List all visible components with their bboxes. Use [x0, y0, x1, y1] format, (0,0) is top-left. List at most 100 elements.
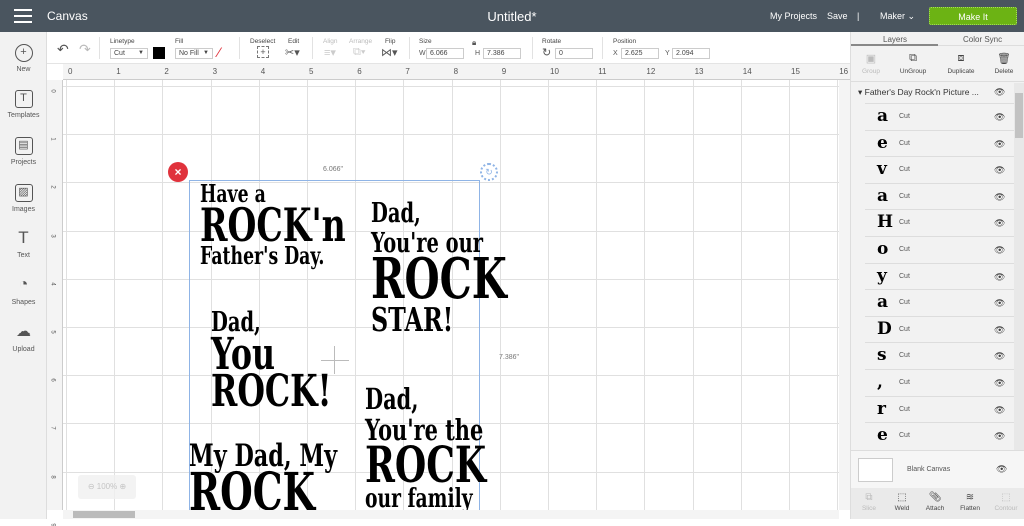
flatten-button[interactable]: ≋ Flatten [952, 492, 988, 512]
save-link[interactable]: Save [827, 11, 848, 21]
menu-icon[interactable] [14, 9, 32, 23]
canvas-swatch[interactable] [858, 458, 893, 482]
tab-color-sync[interactable]: Color Sync [963, 35, 1002, 44]
text-icon: T [18, 228, 29, 247]
layer-item[interactable]: a Cut 👁︎ [865, 182, 1014, 209]
layer-item[interactable]: , Cut 👁︎ [865, 369, 1014, 395]
canvas-horizontal-scrollbar[interactable] [63, 510, 839, 519]
blank-canvas-row[interactable]: Blank Canvas 👁︎ [851, 450, 1024, 488]
weld-button[interactable]: ⬚ Weld [884, 492, 920, 512]
layer-item[interactable]: v Cut 👁︎ [865, 156, 1014, 182]
layers-scrollbar[interactable] [1014, 83, 1024, 479]
slice-button[interactable]: ⧉ Slice [851, 492, 887, 512]
eye-icon[interactable]: 👁︎ [994, 112, 1005, 123]
eye-icon[interactable]: 👁︎ [994, 192, 1005, 203]
zoom-out-icon[interactable]: ⊖ [88, 482, 95, 491]
ruler-tick-label: 11 [598, 67, 607, 76]
edit-icon[interactable]: ✂▾ [285, 46, 300, 59]
sidebar-item-templates[interactable]: T Templates [0, 90, 47, 119]
eye-icon[interactable]: 👁︎ [994, 83, 1005, 101]
layer-type: Cut [899, 219, 910, 227]
sidebar-item-shapes[interactable]: ◔ Shapes [0, 277, 47, 307]
flip-icon[interactable]: ⋈▾ [381, 46, 398, 59]
layer-type: Cut [899, 139, 910, 147]
eye-hidden-icon[interactable]: 👁︎ [996, 464, 1007, 475]
layer-item[interactable]: D Cut 👁︎ [865, 315, 1014, 342]
sidebar-item-new[interactable]: + New [0, 44, 47, 73]
make-it-button[interactable]: Make It [929, 7, 1017, 25]
eye-icon[interactable]: 👁︎ [994, 298, 1005, 309]
attach-button[interactable]: 📎︎ Attach [917, 492, 953, 512]
scroll-thumb[interactable] [73, 511, 135, 518]
x-label: X [613, 50, 618, 57]
line-color-swatch[interactable] [153, 47, 165, 59]
layer-item[interactable]: y Cut 👁︎ [865, 262, 1014, 289]
layer-item[interactable]: e Cut 👁︎ [865, 129, 1014, 156]
action-label: Contour [994, 505, 1018, 512]
tab-layers[interactable]: Layers [883, 35, 907, 44]
eye-icon[interactable]: 👁︎ [994, 165, 1005, 176]
ruler-tick-label: 1 [116, 67, 121, 76]
eye-icon[interactable]: 👁︎ [994, 325, 1005, 336]
text-block-you-rock[interactable]: Dad, You ROCK! [211, 309, 332, 414]
contour-button[interactable]: ⬚ Contour [988, 492, 1024, 512]
machine-select[interactable]: Maker ⌄ [880, 11, 915, 22]
fill-select[interactable]: No Fill ▼ [175, 48, 213, 59]
sidebar-item-upload[interactable]: ☁ Upload [0, 324, 47, 353]
ungroup-button[interactable]: ⧉ UnGroup [891, 52, 935, 75]
redo-icon[interactable]: ↷ [79, 41, 91, 58]
eye-icon[interactable]: 👁︎ [994, 139, 1005, 150]
grid-line [548, 80, 549, 510]
eye-icon[interactable]: 👁︎ [994, 218, 1005, 229]
my-projects-link[interactable]: My Projects [770, 11, 817, 21]
layer-item[interactable]: e Cut 👁︎ [865, 422, 1014, 448]
layer-item[interactable]: o Cut 👁︎ [865, 236, 1014, 262]
delete-handle-icon[interactable]: × [168, 162, 188, 182]
flip-label: Flip [385, 38, 396, 45]
group-button[interactable]: ▣ Group [849, 52, 893, 75]
eye-icon[interactable]: 👁︎ [994, 405, 1005, 416]
canvas-vertical-scrollbar[interactable] [839, 80, 850, 510]
layer-type: Cut [899, 405, 910, 413]
text-block-my-dad-my-rock[interactable]: My Dad, My ROCK [189, 440, 337, 510]
blank-canvas-label: Blank Canvas [907, 466, 951, 473]
linetype-select[interactable]: Cut ▼ [110, 48, 148, 59]
sidebar-item-projects[interactable]: ▤ Projects [0, 137, 47, 166]
text-block-rockn-fathers-day[interactable]: Have a ROCK'n Father's Day. [200, 182, 346, 268]
ruler-tick-label: 5 [49, 330, 56, 334]
no-fill-icon[interactable]: ⁄ [218, 44, 220, 60]
y-input[interactable]: 2.094 [672, 48, 710, 59]
layer-item[interactable]: a Cut 👁︎ [865, 289, 1014, 315]
text-block-rock-family[interactable]: Dad, You're the ROCK our family [365, 385, 486, 510]
layer-item[interactable]: s Cut 👁︎ [865, 342, 1014, 368]
undo-icon[interactable]: ↶ [57, 41, 69, 58]
text-block-rock-star[interactable]: Dad, You're our ROCK STAR! [371, 200, 507, 336]
eye-icon[interactable]: 👁︎ [994, 272, 1005, 283]
eye-icon[interactable]: 👁︎ [994, 245, 1005, 256]
layer-item[interactable]: H Cut 👁︎ [865, 209, 1014, 235]
duplicate-button[interactable]: ⧈ Duplicate [939, 52, 983, 75]
width-input[interactable]: 6.066 [426, 48, 464, 59]
design-canvas[interactable]: × ↻ 6.066" 7.386" Have a ROCK'n Father's… [63, 80, 839, 510]
deselect-icon[interactable]: + [257, 46, 269, 58]
height-input[interactable]: 7.386 [483, 48, 521, 59]
size-label: Size [419, 38, 432, 45]
lock-icon[interactable]: 🔒︎ [472, 38, 476, 48]
layer-item[interactable]: a Cut 👁︎ [865, 103, 1014, 129]
ruler-tick-label: 6 [357, 67, 362, 76]
sidebar-item-images[interactable]: ▨ Images [0, 184, 47, 213]
layer-group[interactable]: ▾ Father's Day Rock'n Picture ... 👁︎ [851, 83, 1014, 101]
sidebar-item-text[interactable]: T Text [0, 228, 47, 259]
eye-icon[interactable]: 👁︎ [994, 431, 1005, 442]
zoom-in-icon[interactable]: ⊕ [119, 482, 126, 491]
grid-line [114, 80, 116, 510]
x-input[interactable]: 2.625 [621, 48, 659, 59]
eye-icon[interactable]: 👁︎ [994, 351, 1005, 362]
layer-item[interactable]: r Cut 👁︎ [865, 395, 1014, 422]
rotate-handle-icon[interactable]: ↻ [480, 163, 498, 181]
eye-icon[interactable]: 👁︎ [994, 378, 1005, 389]
delete-button[interactable]: 🗑︎ Delete [982, 52, 1024, 75]
scroll-thumb[interactable] [1015, 93, 1023, 138]
rotate-input[interactable]: 0 [555, 48, 593, 59]
layer-type: Cut [899, 325, 910, 333]
